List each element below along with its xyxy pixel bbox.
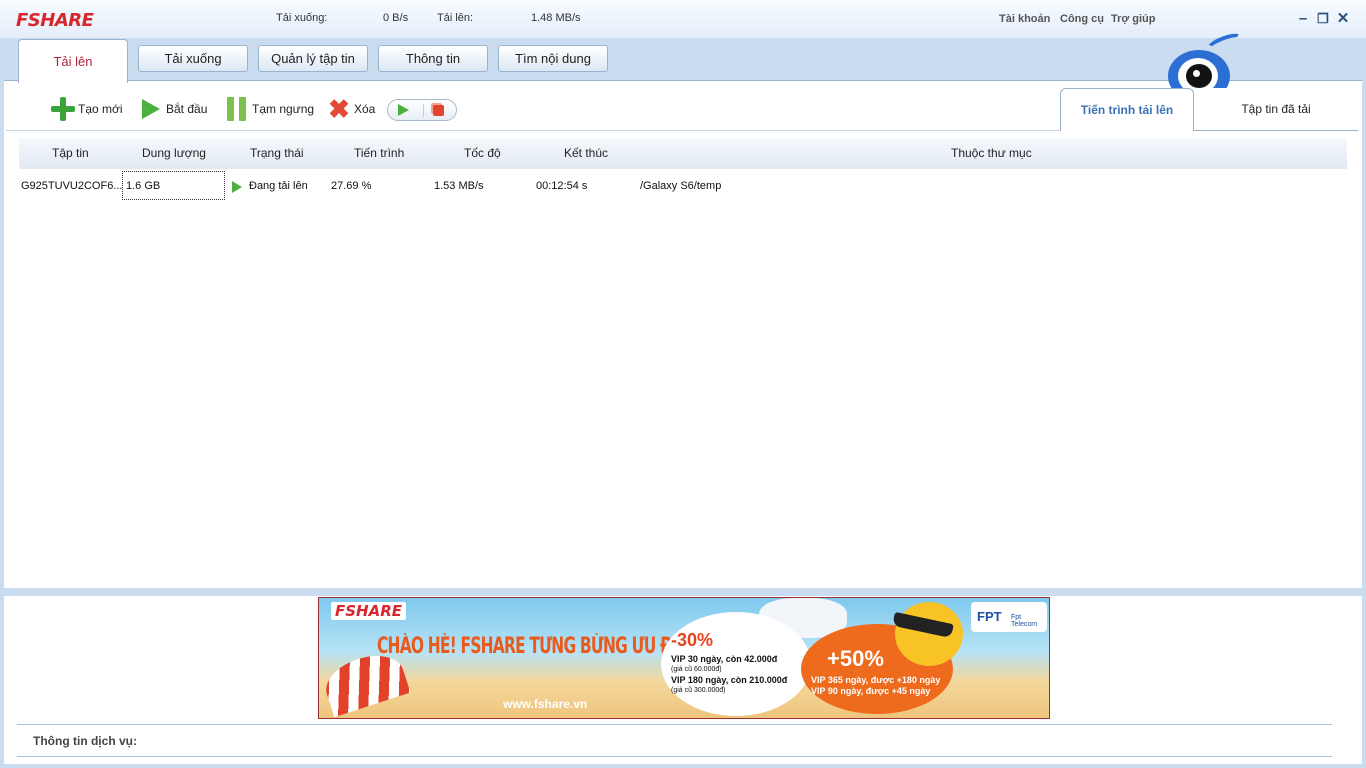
column-size[interactable]: Dung lượng [142,146,206,160]
offer1-line2-old: (giá cũ 300.000đ) [671,687,726,694]
start-stop-all-control[interactable] [387,99,457,121]
cell-file[interactable]: G925TUVU2COF6... [21,180,122,192]
column-eta[interactable]: Kết thúc [564,146,608,160]
minimize-icon[interactable]: – [1295,11,1311,27]
tab-uploaded-files[interactable]: Tập tin đã tải [1194,88,1358,131]
service-info-label: Thông tin dịch vụ: [33,734,137,748]
start-all-icon[interactable] [398,104,409,116]
column-speed[interactable]: Tốc độ [464,146,501,160]
cell-size[interactable]: 1.6 GB [126,180,160,192]
banner-logo: FSHARE [331,602,407,620]
delete-label: Xóa [354,102,376,116]
fshare-logo: FSHARE [16,9,94,31]
menu-tools[interactable]: Công cụ [1060,13,1104,25]
tab-upload-progress[interactable]: Tiến trình tải lên [1060,88,1194,131]
offer1-discount: -30% [671,630,714,650]
cell-folder[interactable]: /Galaxy S6/temp [640,180,721,192]
plus-icon [50,95,76,123]
pill-divider [423,104,424,117]
play-icon [138,95,164,123]
pause-label: Tạm ngưng [252,102,315,116]
uploading-icon [232,181,242,193]
cell-eta[interactable]: 00:12:54 s [536,180,587,192]
pause-button[interactable]: Tạm ngưng [224,94,314,124]
menu-help[interactable]: Trợ giúp [1111,13,1155,25]
fpt-logo: FPT Fpt Telecom [971,602,1047,632]
offer-cloud [661,612,811,716]
tab-search-content[interactable]: Tìm nội dung [498,45,608,72]
service-top-divider [17,724,1332,725]
tab-download[interactable]: Tải xuống [138,45,248,72]
column-folder[interactable]: Thuộc thư mục [951,146,1032,160]
offer2-bonus: +50% [827,646,884,671]
delete-x-icon: ✖ [328,94,350,124]
download-speed: 0 B/s [383,12,409,24]
offer2-line2: VIP 90 ngày, được +45 ngày [811,686,931,696]
tab-upload[interactable]: Tải lên [18,39,128,83]
new-label: Tạo mới [78,102,123,116]
stop-all-icon[interactable] [433,105,444,116]
offer1-line1: VIP 30 ngày, còn 42.000đ [671,654,778,664]
promo-banner[interactable]: FSHARE CHÀO HÈ! FSHARE TƯNG BỪNG ƯU ĐÃI … [318,597,1050,719]
restore-icon[interactable]: ❐ [1315,11,1331,27]
new-button[interactable]: Tạo mới [50,94,123,124]
cell-progress[interactable]: 27.69 % [331,180,371,192]
toolbar-divider [6,130,1060,131]
start-label: Bắt đầu [166,102,208,116]
cell-status[interactable]: Đang tải lên [249,180,308,192]
table-header [19,138,1347,169]
banner-url: www.fshare.vn [503,697,588,711]
title-bar: FSHARE Tải xuống: 0 B/s Tải lên: 1.48 MB… [0,0,1366,38]
column-status[interactable]: Trạng thái [250,146,304,160]
tab-file-manager[interactable]: Quản lý tập tin [258,45,368,72]
column-progress[interactable]: Tiến trình [354,146,404,160]
menu-account[interactable]: Tài khoản [999,13,1050,25]
offer1-line2: VIP 180 ngày, còn 210.000đ [671,675,788,685]
start-button[interactable]: Bắt đầu [138,94,207,124]
cell-speed[interactable]: 1.53 MB/s [434,180,484,192]
logo-text: FSHARE [16,9,94,31]
offer1-line1-old: (giá cũ 60.000đ) [671,666,722,673]
tab-info[interactable]: Thông tin [378,45,488,72]
column-file[interactable]: Tập tin [52,146,89,160]
pause-icon [224,95,250,123]
upload-speed: 1.48 MB/s [531,12,581,24]
download-label: Tải xuống: [276,12,328,24]
delete-button[interactable]: ✖ Xóa [326,94,375,124]
upload-label: Tải lên: [437,12,474,24]
offer2-line1: VIP 365 ngày, được +180 ngày [811,675,941,685]
close-icon[interactable]: ✕ [1335,11,1351,27]
sun-graphic [895,602,963,666]
service-bottom-divider [17,756,1332,757]
banner-headline: CHÀO HÈ! FSHARE TƯNG BỪNG ƯU ĐÃI [377,634,689,659]
